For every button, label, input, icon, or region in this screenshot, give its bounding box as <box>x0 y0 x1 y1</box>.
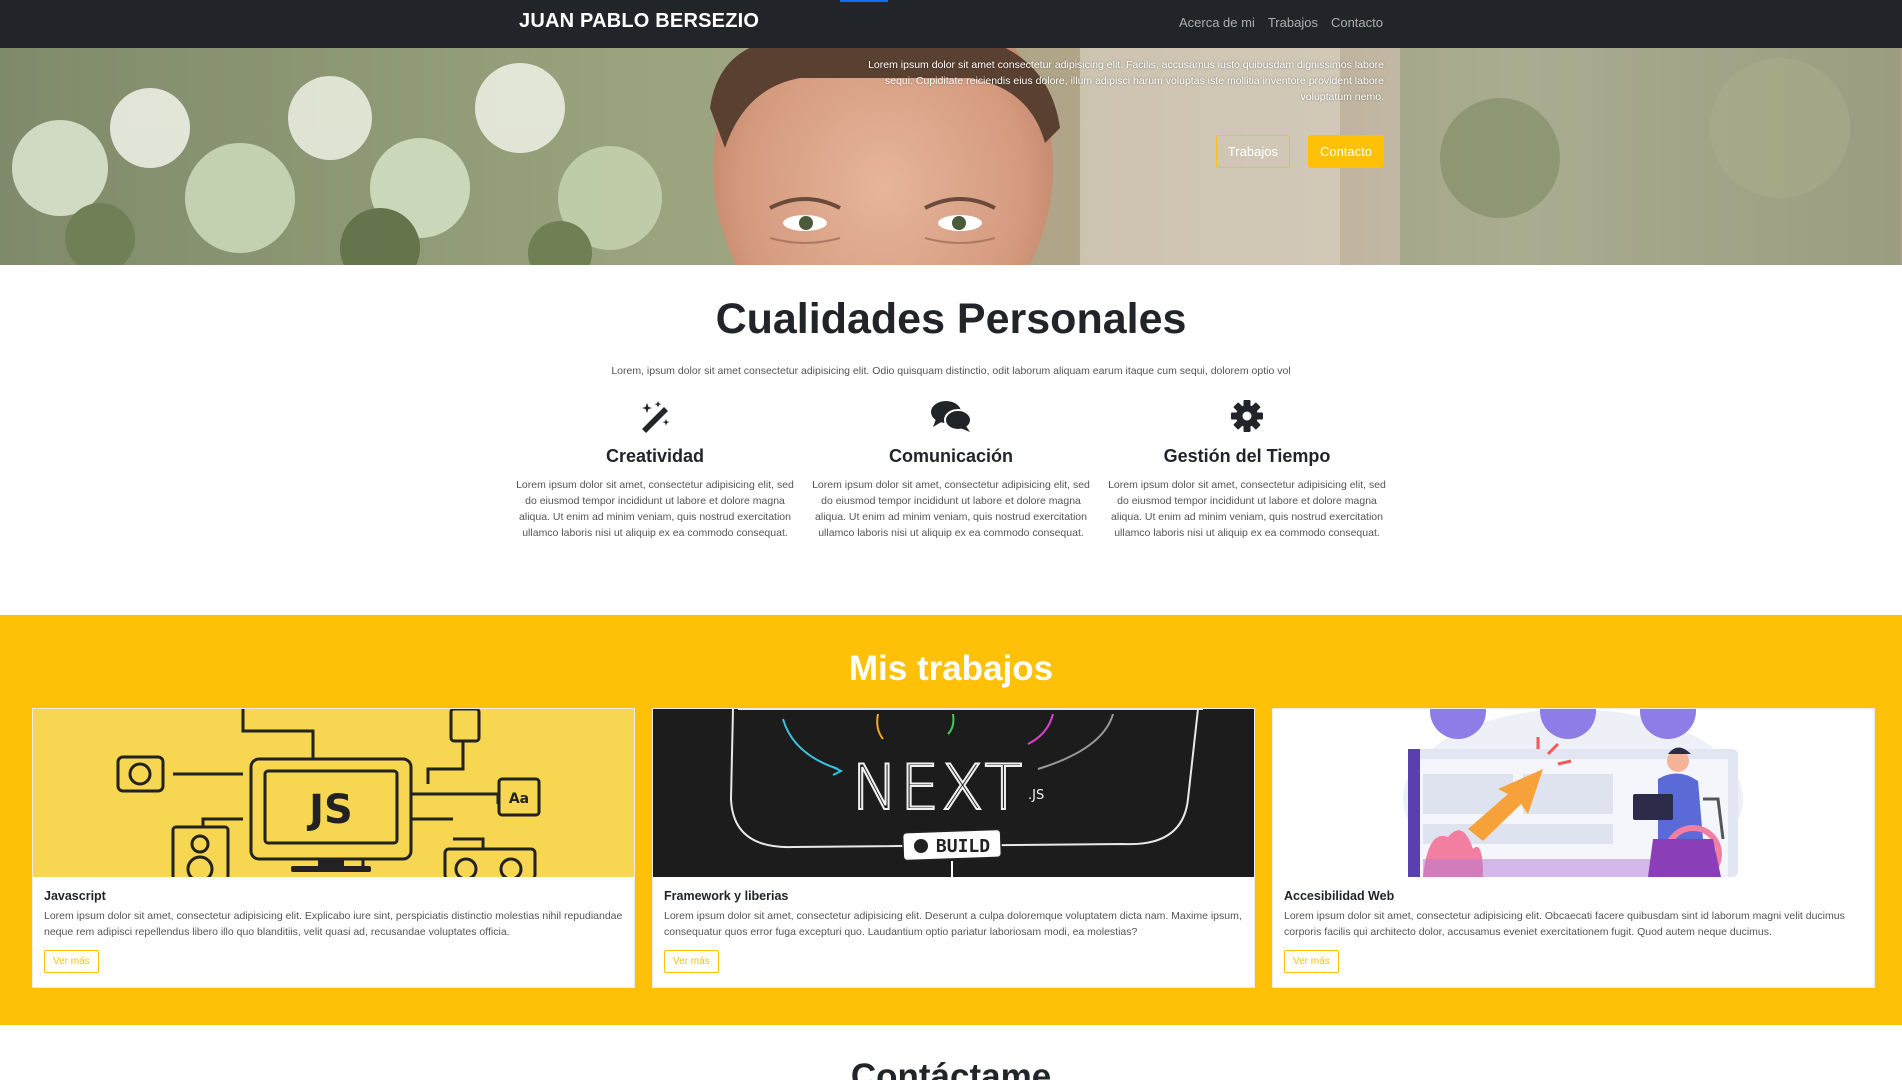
works-cards: JS Aa Javascript Lorem ipsum dolor sit a… <box>32 708 1875 988</box>
quality-title: Comunicación <box>888 446 1013 466</box>
work-card-accesibilidad: Accesibilidad Web Lorem ipsum dolor sit … <box>1272 708 1875 988</box>
ver-mas-button[interactable]: Ver más <box>1284 950 1339 973</box>
hero-buttons: Trabajos Contacto <box>1215 135 1384 168</box>
qualities-subtitle: Lorem, ipsum dolor sit amet consectetur … <box>611 365 1291 377</box>
active-nav-indicator <box>840 0 888 2</box>
brand-link[interactable]: JUAN PABLO BERSEZIO <box>519 10 759 33</box>
font-image-label: Aa <box>509 791 529 807</box>
card-body: Accesibilidad Web Lorem ipsum dolor sit … <box>1273 877 1874 973</box>
quality-text: Lorem ipsum dolor sit amet, consectetur … <box>1108 479 1386 539</box>
nextjs-illustration: NEXT .JS BUILD <box>653 709 1254 877</box>
contact-title: Contáctame <box>850 1057 1052 1080</box>
card-text: Lorem ipsum dolor sit amet, consectetur … <box>664 910 1242 938</box>
ver-mas-button[interactable]: Ver más <box>44 950 99 973</box>
qualities-section: Cualidades Personales Lorem, ipsum dolor… <box>0 265 1902 615</box>
comments-icon <box>812 400 1090 432</box>
quality-text: Lorem ipsum dolor sit amet, consectetur … <box>812 479 1090 539</box>
hero-contact-button[interactable]: Contacto <box>1307 135 1384 168</box>
gear-icon <box>1108 400 1386 432</box>
work-card-javascript: JS Aa Javascript Lorem ipsum dolor sit a… <box>32 708 635 988</box>
works-title: Mis trabajos <box>848 649 1054 688</box>
card-title: Framework y liberias <box>664 889 789 903</box>
nav-link-acerca[interactable]: Acerca de mi <box>1179 15 1255 30</box>
hero-section: Lorem ipsum dolor sit amet consectetur a… <box>0 48 1902 265</box>
navbar: JUAN PABLO BERSEZIO Acerca de mi Trabajo… <box>0 0 1902 48</box>
js-suffix-image-label: .JS <box>1028 788 1044 803</box>
card-body: Javascript Lorem ipsum dolor sit amet, c… <box>33 877 634 973</box>
work-card-framework: NEXT .JS BUILD Framework y liberias Lore… <box>652 708 1255 988</box>
card-title: Javascript <box>44 889 106 903</box>
nav-links: Acerca de mi Trabajos Contacto <box>1179 15 1383 30</box>
nav-link-contacto[interactable]: Contacto <box>1331 15 1383 30</box>
hero-works-button[interactable]: Trabajos <box>1215 135 1290 168</box>
works-section: Mis trabajos JS Aa Javascript Lorem ipsu… <box>0 615 1902 1025</box>
contact-section: Contáctame <box>0 1025 1902 1080</box>
accessibility-illustration <box>1273 709 1874 877</box>
qualities-grid: Creatividad Lorem ipsum dolor sit amet, … <box>516 400 1386 541</box>
quality-title: Gestión del Tiempo <box>1163 446 1331 466</box>
hero-description: Lorem ipsum dolor sit amet consectetur a… <box>868 59 1384 103</box>
quality-item-gestion-tiempo: Gestión del Tiempo Lorem ipsum dolor sit… <box>1108 400 1386 541</box>
card-title: Accesibilidad Web <box>1284 889 1395 903</box>
next-image-label: NEXT <box>852 751 1025 824</box>
build-image-label: BUILD <box>936 836 990 857</box>
quality-item-creatividad: Creatividad Lorem ipsum dolor sit amet, … <box>516 400 794 541</box>
nav-link-trabajos[interactable]: Trabajos <box>1268 15 1318 30</box>
quality-title: Creatividad <box>605 446 705 466</box>
js-image-label: JS <box>306 787 353 833</box>
card-text: Lorem ipsum dolor sit amet, consectetur … <box>1284 910 1845 938</box>
ver-mas-button[interactable]: Ver más <box>664 950 719 973</box>
qualities-title: Cualidades Personales <box>715 295 1187 343</box>
javascript-illustration: JS Aa <box>33 709 634 877</box>
card-text: Lorem ipsum dolor sit amet, consectetur … <box>44 910 623 938</box>
card-body: Framework y liberias Lorem ipsum dolor s… <box>653 877 1254 973</box>
magic-wand-icon <box>516 400 794 433</box>
quality-item-comunicacion: Comunicación Lorem ipsum dolor sit amet,… <box>812 400 1090 541</box>
quality-text: Lorem ipsum dolor sit amet, consectetur … <box>516 479 794 539</box>
